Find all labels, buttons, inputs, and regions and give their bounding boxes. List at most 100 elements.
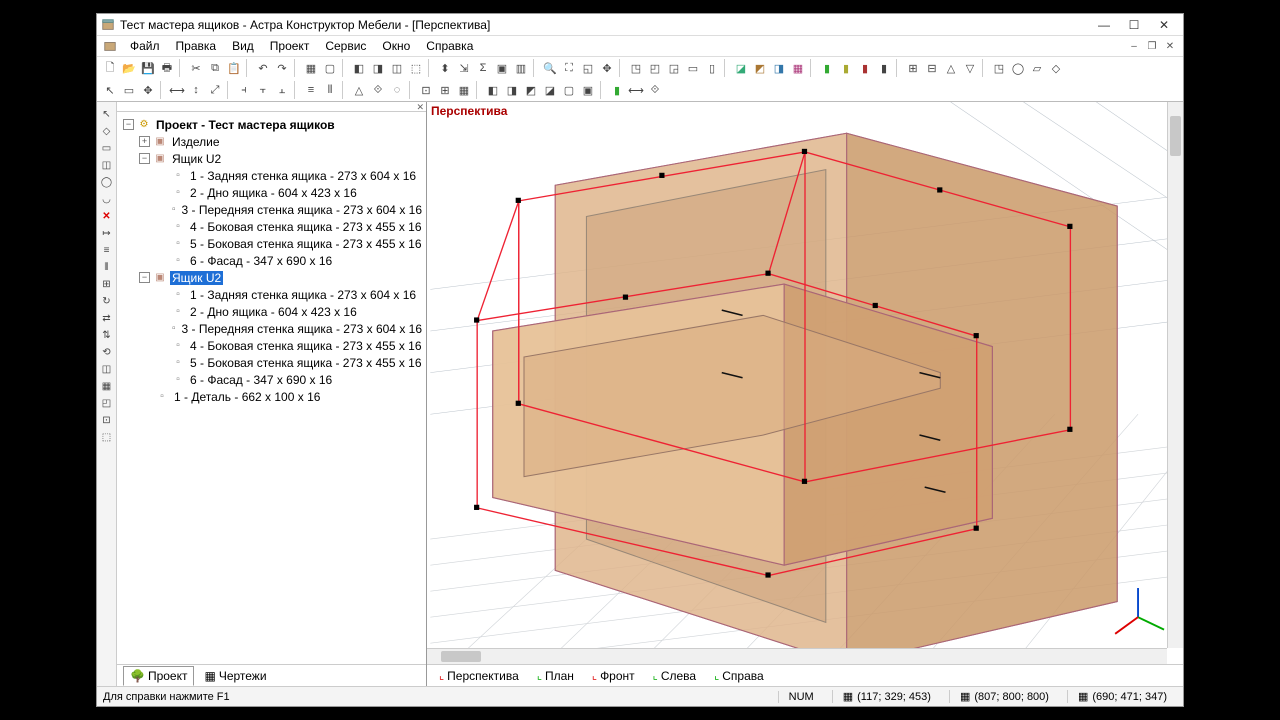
tab-project[interactable]: 🌳Проект <box>123 666 194 686</box>
tree-item[interactable]: 3 - Передняя стенка ящика - 273 x 604 x … <box>179 203 424 217</box>
tool-icon[interactable]: ⊡ <box>417 81 435 99</box>
menu-file[interactable]: Файл <box>123 37 167 55</box>
dimension-icon[interactable]: ⟷ <box>168 81 186 99</box>
view-icon[interactable]: ▭ <box>684 59 702 77</box>
tool-icon[interactable]: ▮ <box>608 81 626 99</box>
tree-root[interactable]: Проект - Тест мастера ящиков <box>154 118 337 132</box>
tool-icon[interactable]: Σ <box>474 59 492 77</box>
tree-item[interactable]: 5 - Боковая стенка ящика - 273 x 455 x 1… <box>188 356 424 370</box>
zoom-icon[interactable]: 🔍 <box>541 59 559 77</box>
tool-icon[interactable]: ▢ <box>560 81 578 99</box>
view-icon[interactable]: ◰ <box>646 59 664 77</box>
tool-icon[interactable]: ⊟ <box>923 59 941 77</box>
tool-icon[interactable]: ⟐ <box>369 81 387 99</box>
tool-icon[interactable]: △ <box>942 59 960 77</box>
maximize-button[interactable]: ☐ <box>1119 15 1149 35</box>
tree-item[interactable]: 1 - Задняя стенка ящика - 273 x 604 x 16 <box>188 169 418 183</box>
tree-item[interactable]: 6 - Фасад - 347 x 690 x 16 <box>188 373 334 387</box>
tool-icon[interactable]: ▦ <box>455 81 473 99</box>
tree-item[interactable]: 3 - Передняя стенка ящика - 273 x 604 x … <box>179 322 424 336</box>
tool-icon[interactable]: ⊞ <box>99 276 115 292</box>
tool-icon[interactable]: ⇄ <box>99 310 115 326</box>
redo-icon[interactable]: ↷ <box>273 59 291 77</box>
view-tab-plan[interactable]: ⌞План <box>529 667 582 685</box>
tool-icon[interactable]: ◪ <box>541 81 559 99</box>
dist-icon[interactable]: ≡ <box>302 81 320 99</box>
tool-icon[interactable]: ⦀ <box>99 259 115 275</box>
tool-icon[interactable]: ◨ <box>369 59 387 77</box>
tool-icon[interactable]: ⊞ <box>436 81 454 99</box>
tree-item[interactable]: 2 - Дно ящика - 604 x 423 x 16 <box>188 305 359 319</box>
render-icon[interactable]: ◪ <box>732 59 750 77</box>
tree-item[interactable]: 2 - Дно ящика - 604 x 423 x 16 <box>188 186 359 200</box>
viewport-scrollbar-horizontal[interactable] <box>427 648 1167 664</box>
tool-icon[interactable]: ⊡ <box>99 412 115 428</box>
tree-drawer-1[interactable]: Ящик U2 <box>170 152 223 166</box>
panel-close-button[interactable]: ✕ <box>117 102 426 112</box>
tool-icon[interactable]: ↦ <box>99 225 115 241</box>
tool-icon[interactable]: ▽ <box>961 59 979 77</box>
menu-view[interactable]: Вид <box>225 37 261 55</box>
box-icon[interactable]: ◳ <box>990 59 1008 77</box>
render-icon[interactable]: ◩ <box>751 59 769 77</box>
tool-icon[interactable]: ◫ <box>388 59 406 77</box>
mdi-minimize-button[interactable]: – <box>1127 39 1141 53</box>
tree-item[interactable]: 1 - Деталь - 662 x 100 x 16 <box>172 390 322 404</box>
viewport-canvas[interactable] <box>427 102 1183 664</box>
pan-icon[interactable]: ✥ <box>598 59 616 77</box>
menu-service[interactable]: Сервис <box>318 37 373 55</box>
tree-item[interactable]: 4 - Боковая стенка ящика - 273 x 455 x 1… <box>188 220 424 234</box>
project-tree[interactable]: −⚙Проект - Тест мастера ящиков +▣Изделие… <box>117 112 426 664</box>
menu-window[interactable]: Окно <box>375 37 417 55</box>
tool-icon[interactable]: ⟲ <box>99 344 115 360</box>
tool-icon[interactable]: ≡ <box>99 242 115 258</box>
plane-icon[interactable]: ▱ <box>1028 59 1046 77</box>
tab-drawings[interactable]: ▦Чертежи <box>198 667 272 685</box>
tool-icon[interactable]: ▣ <box>493 59 511 77</box>
close-button[interactable]: ✕ <box>1149 15 1179 35</box>
snap-icon[interactable]: ▢ <box>321 59 339 77</box>
material-icon[interactable]: ▮ <box>818 59 836 77</box>
move-icon[interactable]: ✥ <box>139 81 157 99</box>
open-icon[interactable]: 📂 <box>120 59 138 77</box>
tool-icon[interactable]: △ <box>350 81 368 99</box>
material-icon[interactable]: ▮ <box>837 59 855 77</box>
tool-icon[interactable]: ⇲ <box>455 59 473 77</box>
tool-icon[interactable]: ◰ <box>99 395 115 411</box>
cylinder-icon[interactable]: ◯ <box>1009 59 1027 77</box>
view-tab-left[interactable]: ⌞Слева <box>645 667 704 685</box>
view-tab-perspective[interactable]: ⌞Перспектива <box>431 667 527 685</box>
tool-icon[interactable]: ⬚ <box>407 59 425 77</box>
circle-icon[interactable]: ◯ <box>99 174 115 190</box>
tool-icon[interactable]: ◫ <box>99 361 115 377</box>
render-icon[interactable]: ▦ <box>789 59 807 77</box>
view-icon[interactable]: ◲ <box>665 59 683 77</box>
cut-icon[interactable]: ✂ <box>187 59 205 77</box>
tree-item[interactable]: 4 - Боковая стенка ящика - 273 x 455 x 1… <box>188 339 424 353</box>
material-icon[interactable]: ▮ <box>875 59 893 77</box>
menu-help[interactable]: Справка <box>419 37 480 55</box>
tree-drawer-2[interactable]: Ящик U2 <box>170 271 223 285</box>
tool-icon[interactable]: ▣ <box>579 81 597 99</box>
rotate-icon[interactable]: ◇ <box>99 123 115 139</box>
tool-icon[interactable]: ⟷ <box>627 81 645 99</box>
zoom-fit-icon[interactable]: ⛶ <box>560 59 578 77</box>
tool-icon[interactable]: ◧ <box>350 59 368 77</box>
arc-icon[interactable]: ◡ <box>99 191 115 207</box>
tool-icon[interactable]: ◧ <box>484 81 502 99</box>
tree-item[interactable]: 5 - Боковая стенка ящика - 273 x 455 x 1… <box>188 237 424 251</box>
menu-project[interactable]: Проект <box>263 37 317 55</box>
tool-icon[interactable]: ↻ <box>99 293 115 309</box>
align-icon[interactable]: ⫟ <box>254 81 272 99</box>
tool-icon[interactable]: ⬚ <box>99 429 115 445</box>
align-icon[interactable]: ⫠ <box>273 81 291 99</box>
print-icon[interactable]: 🖶 <box>158 59 176 77</box>
minimize-button[interactable]: — <box>1089 15 1119 35</box>
menu-edit[interactable]: Правка <box>169 37 224 55</box>
view-icon[interactable]: ▯ <box>703 59 721 77</box>
view-tab-right[interactable]: ⌞Справа <box>706 667 772 685</box>
view-icon[interactable]: ◳ <box>627 59 645 77</box>
tool-icon[interactable]: ⬍ <box>436 59 454 77</box>
view-tab-front[interactable]: ⌞Фронт <box>584 667 643 685</box>
tool-icon[interactable]: ◌ <box>388 81 406 99</box>
